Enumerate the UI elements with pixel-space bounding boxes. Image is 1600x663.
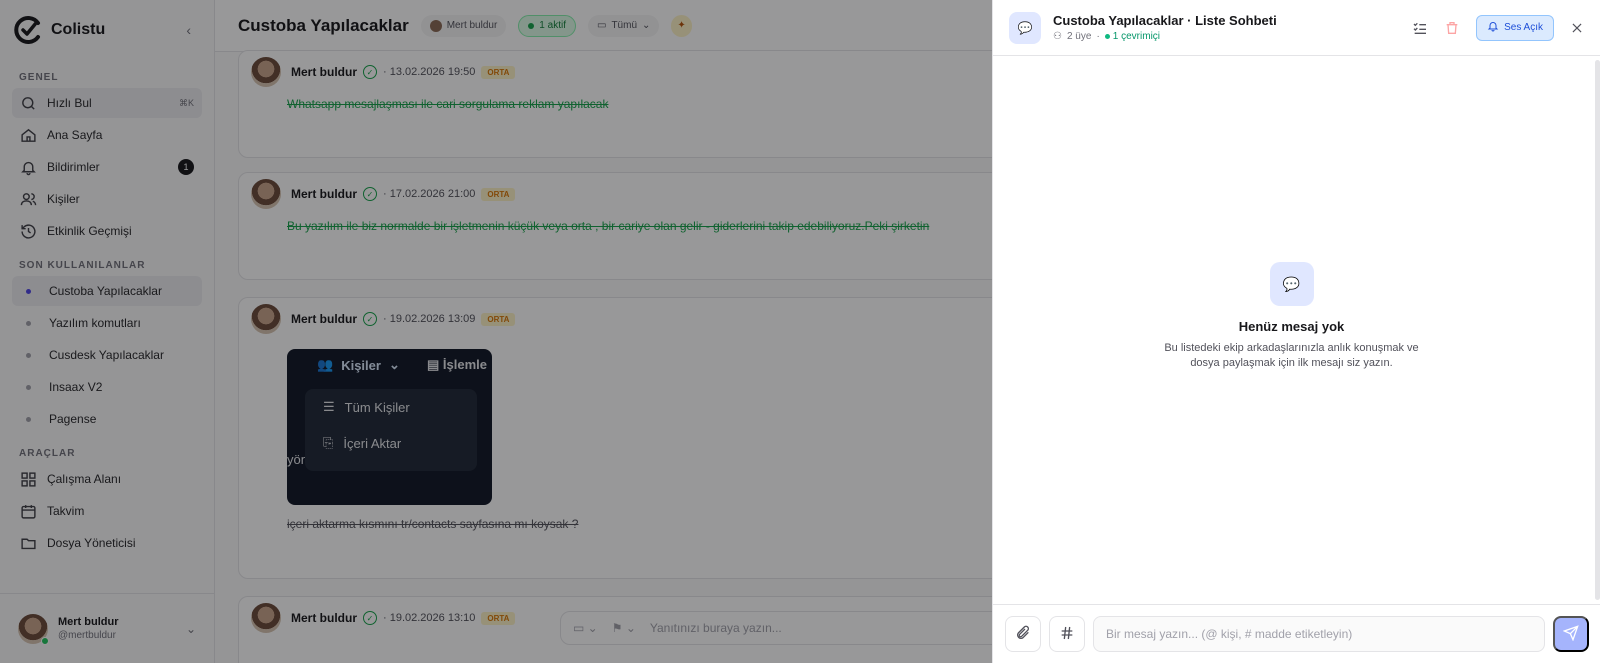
empty-state-description: Bu listedeki ekip arkadaşlarınızla anlık… — [993, 341, 1590, 371]
checklist-icon[interactable] — [1412, 20, 1428, 36]
member-count: 2 üye — [1066, 31, 1092, 42]
chat-composer — [993, 604, 1600, 663]
empty-state-title: Henüz mesaj yok — [1238, 319, 1345, 334]
paperclip-icon — [1015, 625, 1031, 644]
scrollbar[interactable] — [1595, 60, 1600, 600]
attach-file-button[interactable] — [1005, 616, 1041, 652]
chat-header: 💬 Custoba Yapılacaklar · Liste Sohbeti ⚇… — [993, 0, 1600, 56]
members-icon: ⚇ — [1053, 31, 1062, 42]
list-chat-panel: 💬 Custoba Yapılacaklar · Liste Sohbeti ⚇… — [992, 0, 1600, 663]
chat-message-area[interactable]: 💬 Henüz mesaj yok Bu listedeki ekip arka… — [993, 56, 1590, 604]
sound-toggle-label: Ses Açık — [1504, 22, 1543, 33]
modal-backdrop[interactable] — [0, 0, 992, 663]
send-button[interactable] — [1553, 616, 1589, 652]
empty-state-line: Bu listedeki ekip arkadaşlarınızla anlık… — [1164, 342, 1419, 354]
sound-toggle-button[interactable]: Ses Açık — [1476, 14, 1554, 41]
trash-icon[interactable] — [1444, 20, 1460, 36]
close-icon[interactable] — [1570, 21, 1584, 35]
online-dot-icon — [1104, 34, 1110, 39]
chat-title: Custoba Yapılacaklar · Liste Sohbeti — [1053, 13, 1277, 28]
chat-bubble-icon: 💬 — [1269, 262, 1314, 306]
bell-icon — [1487, 20, 1499, 35]
online-count-label: 1 çevrimiçi — [1112, 31, 1161, 42]
send-icon — [1562, 624, 1579, 644]
empty-state: 💬 Henüz mesaj yok Bu listedeki ekip arka… — [993, 262, 1590, 371]
online-count: 1 çevrimiçi — [1104, 31, 1161, 42]
chat-bubble-icon: 💬 — [1009, 11, 1041, 44]
message-input[interactable] — [1093, 616, 1545, 652]
empty-state-line: dosya paylaşmak için ilk mesajı siz yazı… — [1190, 357, 1393, 369]
separator: · — [1096, 31, 1100, 42]
tag-item-button[interactable] — [1049, 616, 1085, 652]
chat-meta: ⚇ 2 üye · 1 çevrimiçi — [1053, 31, 1277, 42]
hash-icon — [1059, 625, 1075, 644]
